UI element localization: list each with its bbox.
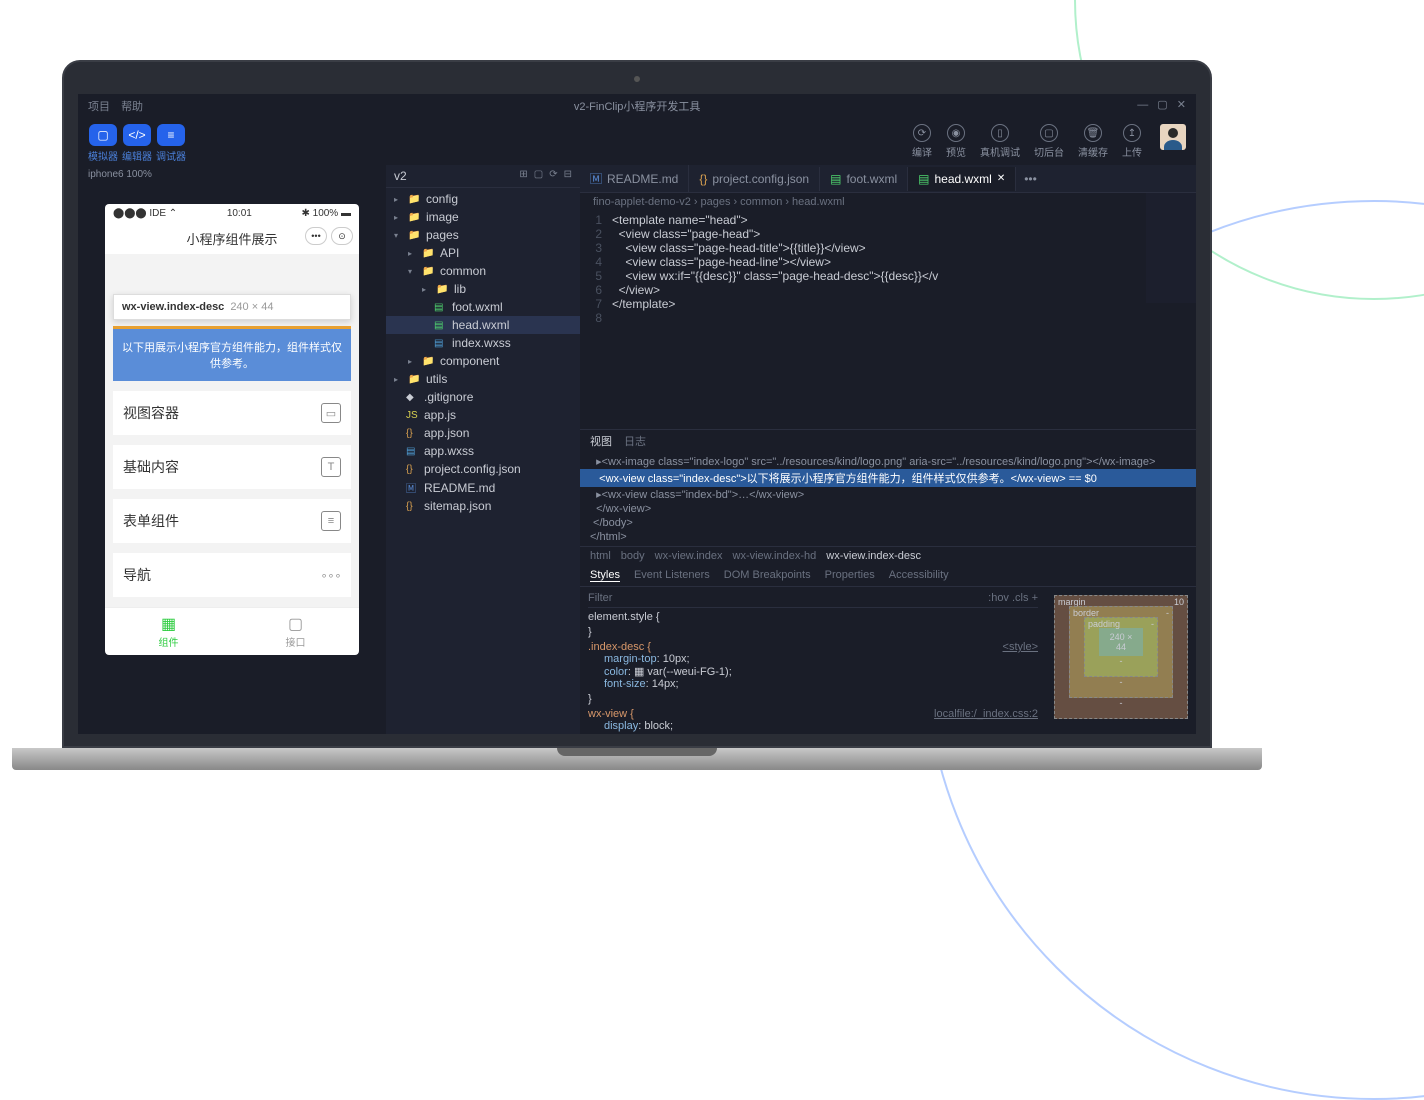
tree-file[interactable]: ▤foot.wxml: [386, 298, 580, 316]
tree-folder[interactable]: ▾📁pages: [386, 226, 580, 244]
action-upload[interactable]: ↥上传: [1122, 124, 1142, 159]
minimap[interactable]: [1146, 193, 1196, 303]
breadcrumb: fino-applet-demo-v2›pages›common›head.wx…: [580, 193, 1196, 211]
tab-readme[interactable]: 🄼README.md: [580, 165, 689, 192]
dom-tab-view[interactable]: 视图: [590, 433, 612, 449]
dom-tab-log[interactable]: 日志: [624, 433, 646, 449]
dom-tree[interactable]: ▸<wx-image class="index-logo" src="../re…: [580, 452, 1196, 546]
tree-file-active[interactable]: ▤head.wxml: [386, 316, 580, 334]
tree-folder[interactable]: ▸📁lib: [386, 280, 580, 298]
cls-toggle[interactable]: .cls: [1012, 592, 1029, 604]
tree-file[interactable]: {}project.config.json: [386, 460, 580, 478]
list-item[interactable]: 视图容器▭: [113, 391, 351, 435]
tree-file[interactable]: ▤app.wxss: [386, 442, 580, 460]
new-file-icon[interactable]: ⊞: [519, 169, 527, 183]
phone-signal: ⬤⬤⬤ IDE ⌃: [113, 208, 177, 219]
tree-file[interactable]: ▤index.wxss: [386, 334, 580, 352]
laptop-frame: 项目 帮助 v2-FinClip小程序开发工具 — ▢ ✕ ▢模拟器 </>编辑…: [62, 60, 1212, 770]
tree-folder[interactable]: ▸📁utils: [386, 370, 580, 388]
action-background[interactable]: ▢切后台: [1034, 124, 1064, 159]
devtab-properties[interactable]: Properties: [825, 569, 875, 582]
styles-panel[interactable]: Filter :hov .cls + element.style { } .in…: [580, 587, 1046, 734]
app-window: 项目 帮助 v2-FinClip小程序开发工具 — ▢ ✕ ▢模拟器 </>编辑…: [78, 94, 1196, 734]
tab-project-config[interactable]: {}project.config.json: [689, 167, 820, 191]
tree-folder[interactable]: ▾📁common: [386, 262, 580, 280]
styles-filter-input[interactable]: Filter: [588, 592, 612, 604]
sim-device-label: iphone6 100%: [78, 165, 386, 184]
action-preview[interactable]: ◉预览: [946, 124, 966, 159]
window-title: v2-FinClip小程序开发工具: [574, 98, 701, 114]
tab-foot[interactable]: ▤foot.wxml: [820, 167, 908, 191]
phone-time: 10:01: [227, 208, 252, 219]
tab-head-active[interactable]: ▤head.wxml✕: [908, 167, 1016, 191]
mode-debugger[interactable]: ≡调试器: [156, 124, 186, 163]
minimize-icon[interactable]: —: [1137, 99, 1148, 111]
collapse-icon[interactable]: ⊟: [564, 169, 572, 183]
tab-close-icon[interactable]: ✕: [997, 173, 1005, 184]
action-clear-cache[interactable]: 🗑清缓存: [1078, 124, 1108, 159]
simulator-phone: ⬤⬤⬤ IDE ⌃ 10:01 ✱ 100% ▬ 小程序组件展示 ••• ⊙ w…: [105, 204, 359, 655]
list-item[interactable]: 导航∘∘∘: [113, 553, 351, 597]
tree-root-label: v2: [394, 169, 407, 183]
action-compile[interactable]: ⟳编译: [912, 124, 932, 159]
code-editor[interactable]: 1<template name="head"> 2 <view class="p…: [580, 211, 1196, 327]
dom-breadcrumb: htmlbodywx-view.indexwx-view.index-hdwx-…: [580, 546, 1196, 565]
text-icon: T: [321, 457, 341, 477]
tree-file[interactable]: {}app.json: [386, 424, 580, 442]
tree-file[interactable]: {}sitemap.json: [386, 497, 580, 515]
box-model: margin10 border- padding- 240 × 44 - - -: [1046, 587, 1196, 734]
tree-folder[interactable]: ▸📁image: [386, 208, 580, 226]
menu-project[interactable]: 项目: [88, 101, 110, 113]
close-icon[interactable]: ✕: [1177, 99, 1186, 111]
highlighted-element: 以下用展示小程序官方组件能力，组件样式仅供参考。: [113, 326, 351, 381]
tree-file[interactable]: ◆.gitignore: [386, 388, 580, 406]
more-icon: ∘∘∘: [321, 565, 341, 585]
phone-page-title: 小程序组件展示: [186, 232, 277, 247]
tree-folder[interactable]: ▸📁component: [386, 352, 580, 370]
list-item[interactable]: 基础内容T: [113, 445, 351, 489]
phone-tab-components[interactable]: ▦组件: [105, 608, 232, 655]
mode-editor[interactable]: </>编辑器: [122, 124, 152, 163]
inspect-tooltip: wx-view.index-desc240 × 44: [113, 294, 351, 320]
maximize-icon[interactable]: ▢: [1157, 99, 1167, 111]
add-rule-icon[interactable]: +: [1032, 592, 1038, 604]
tree-folder[interactable]: ▸📁config: [386, 190, 580, 208]
tab-overflow-icon[interactable]: •••: [1016, 172, 1045, 186]
avatar[interactable]: [1160, 124, 1186, 150]
container-icon: ▭: [321, 403, 341, 423]
devtab-breakpoints[interactable]: DOM Breakpoints: [724, 569, 811, 582]
titlebar: 项目 帮助 v2-FinClip小程序开发工具 — ▢ ✕: [78, 94, 1196, 118]
hov-toggle[interactable]: :hov: [988, 592, 1009, 604]
phone-more-icon[interactable]: •••: [305, 227, 327, 245]
tree-file[interactable]: JSapp.js: [386, 406, 580, 424]
tree-file[interactable]: 🄼README.md: [386, 478, 580, 497]
devtab-accessibility[interactable]: Accessibility: [889, 569, 949, 582]
devtab-listeners[interactable]: Event Listeners: [634, 569, 710, 582]
tree-folder[interactable]: ▸📁API: [386, 244, 580, 262]
action-remote-debug[interactable]: ▯真机调试: [980, 124, 1020, 159]
phone-close-icon[interactable]: ⊙: [331, 227, 353, 245]
list-item[interactable]: 表单组件≡: [113, 499, 351, 543]
menu-icon: ≡: [321, 511, 341, 531]
phone-battery: ✱ 100% ▬: [301, 208, 351, 219]
phone-tab-api[interactable]: ▢接口: [232, 608, 359, 655]
mode-simulator[interactable]: ▢模拟器: [88, 124, 118, 163]
menu-help[interactable]: 帮助: [121, 101, 143, 113]
dom-selected-node[interactable]: <wx-view class="index-desc">以下将展示小程序官方组件…: [580, 469, 1196, 487]
refresh-icon[interactable]: ⟳: [549, 169, 557, 183]
devtab-styles[interactable]: Styles: [590, 569, 620, 582]
new-folder-icon[interactable]: ▢: [534, 169, 543, 183]
